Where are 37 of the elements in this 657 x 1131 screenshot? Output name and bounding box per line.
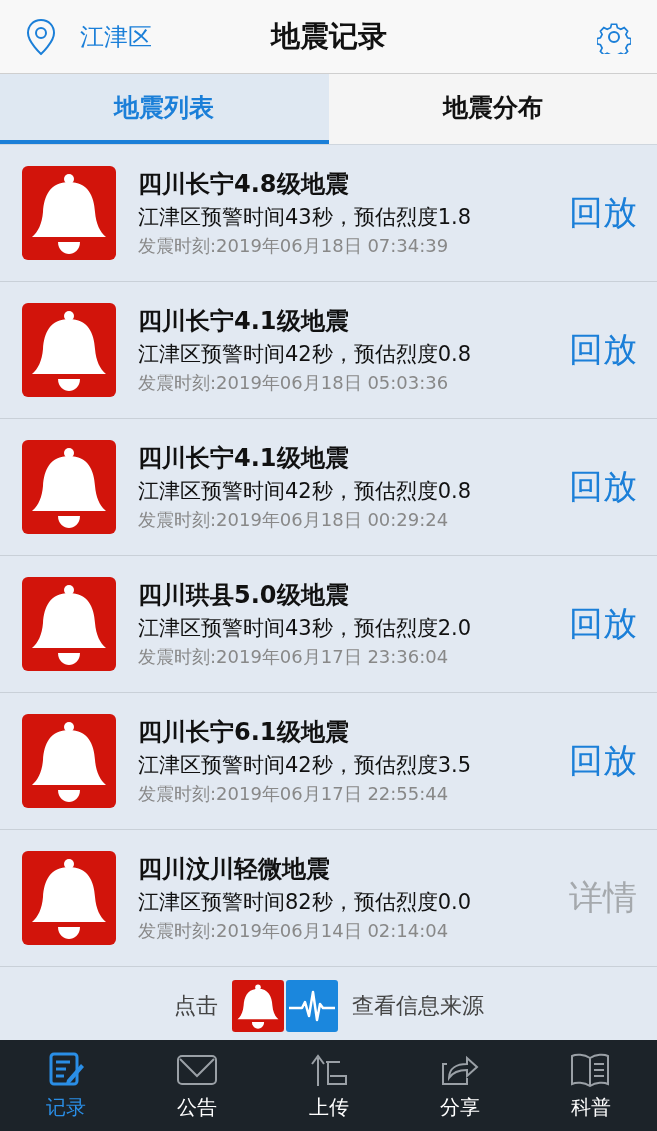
earthquake-title: 四川长宁4.1级地震 [138, 443, 350, 474]
earthquake-title: 四川长宁4.8级地震 [138, 169, 350, 200]
page-title: 地震记录 [270, 17, 387, 55]
nav-tab[interactable]: 记录 [0, 1040, 132, 1131]
nav-tab[interactable]: 分享 [394, 1040, 526, 1131]
hint-text: 点击 [173, 992, 218, 1020]
nav-tab[interactable]: 公告 [131, 1040, 263, 1131]
tab[interactable]: 地震分布 [328, 74, 657, 144]
quake-time: 发震时刻:2019年06月18日 00:29:24 [138, 508, 450, 532]
hint-text: 查看信息来源 [351, 992, 484, 1020]
quake-time: 发震时刻:2019年06月17日 23:36:04 [138, 645, 450, 669]
bell-icon[interactable] [231, 980, 284, 1032]
warning-text: 江津区预警时间43秒，预估烈度2.0 [138, 615, 473, 642]
earthquake-title: 四川珙县5.0级地震 [138, 580, 350, 611]
earthquake-title: 四川汶川轻微地震 [138, 854, 331, 885]
earthquake-title: 四川长宁4.1级地震 [138, 306, 350, 337]
bell-icon [22, 303, 116, 397]
earthquake-title: 四川长宁6.1级地震 [138, 717, 350, 748]
location-pin-icon[interactable] [26, 17, 56, 56]
bell-icon [22, 577, 116, 671]
quake-time: 发震时刻:2019年06月14日 02:14:04 [138, 919, 450, 943]
bell-icon [22, 166, 116, 260]
warning-text: 江津区预警时间42秒，预估烈度3.5 [138, 752, 473, 779]
quake-time: 发震时刻:2019年06月17日 22:55:44 [138, 782, 450, 806]
warning-text: 江津区预警时间43秒，预估烈度1.8 [138, 204, 473, 231]
warning-text: 江津区预警时间42秒，预估烈度0.8 [138, 341, 473, 368]
quake-time: 发震时刻:2019年06月18日 05:03:36 [138, 371, 450, 395]
seismograph-icon[interactable] [285, 980, 338, 1032]
nav-tab[interactable]: 上传 [262, 1040, 395, 1131]
bell-icon [22, 851, 116, 945]
quake-time: 发震时刻:2019年06月18日 07:34:39 [138, 234, 450, 258]
warning-text: 江津区预警时间82秒，预估烈度0.0 [138, 889, 473, 916]
location-label[interactable]: 江津区 [80, 20, 152, 53]
bell-icon [22, 440, 116, 534]
warning-text: 江津区预警时间42秒，预估烈度0.8 [138, 478, 473, 505]
bell-icon [22, 714, 116, 808]
nav-tab[interactable]: 科普 [525, 1040, 657, 1131]
